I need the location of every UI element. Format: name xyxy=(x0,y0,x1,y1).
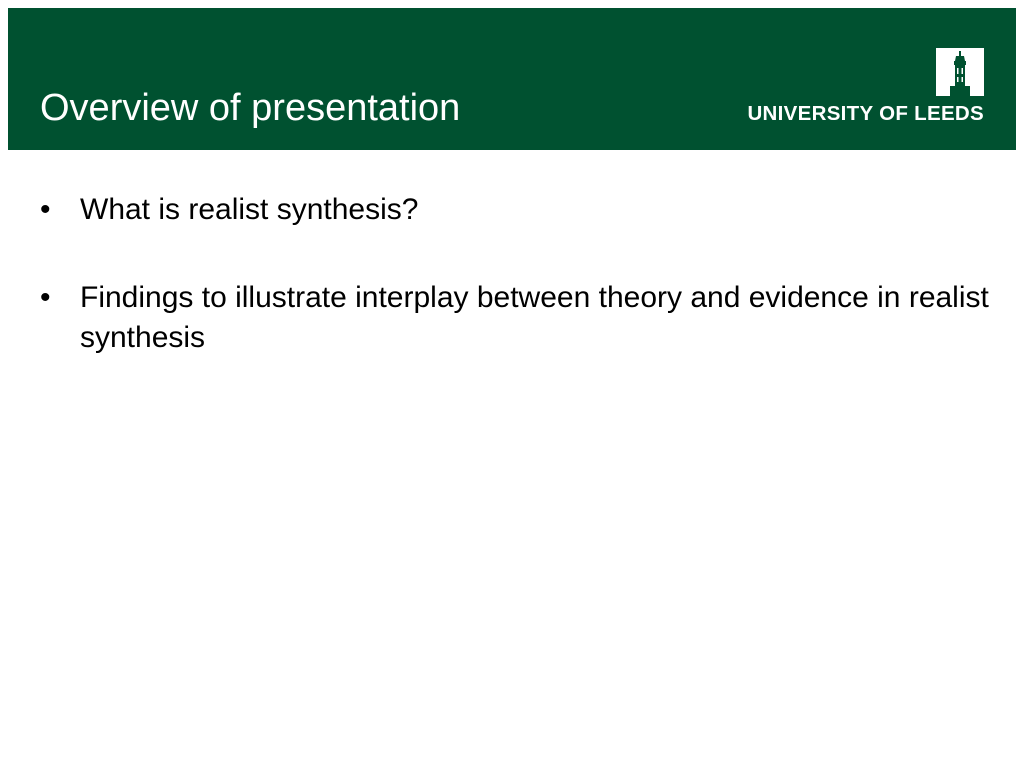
parkinson-tower-icon xyxy=(936,48,984,96)
slide-title: Overview of presentation xyxy=(40,87,461,129)
bullet-item: • What is realist synthesis? xyxy=(40,190,1000,230)
bullet-text: Findings to illustrate interplay between… xyxy=(80,281,989,354)
university-logo-text: UNIVERSITY OF LEEDS xyxy=(747,102,984,125)
bullet-item: • Findings to illustrate interplay betwe… xyxy=(40,278,1000,358)
bullet-marker: • xyxy=(40,281,51,314)
bullet-list: • What is realist synthesis? • Findings … xyxy=(40,190,1000,358)
slide: Overview of presentation UNIVERSITY OF L… xyxy=(0,0,1024,768)
bullet-text: What is realist synthesis? xyxy=(80,193,419,226)
bullet-marker: • xyxy=(40,193,51,226)
header-banner: Overview of presentation UNIVERSITY OF L… xyxy=(8,8,1016,150)
